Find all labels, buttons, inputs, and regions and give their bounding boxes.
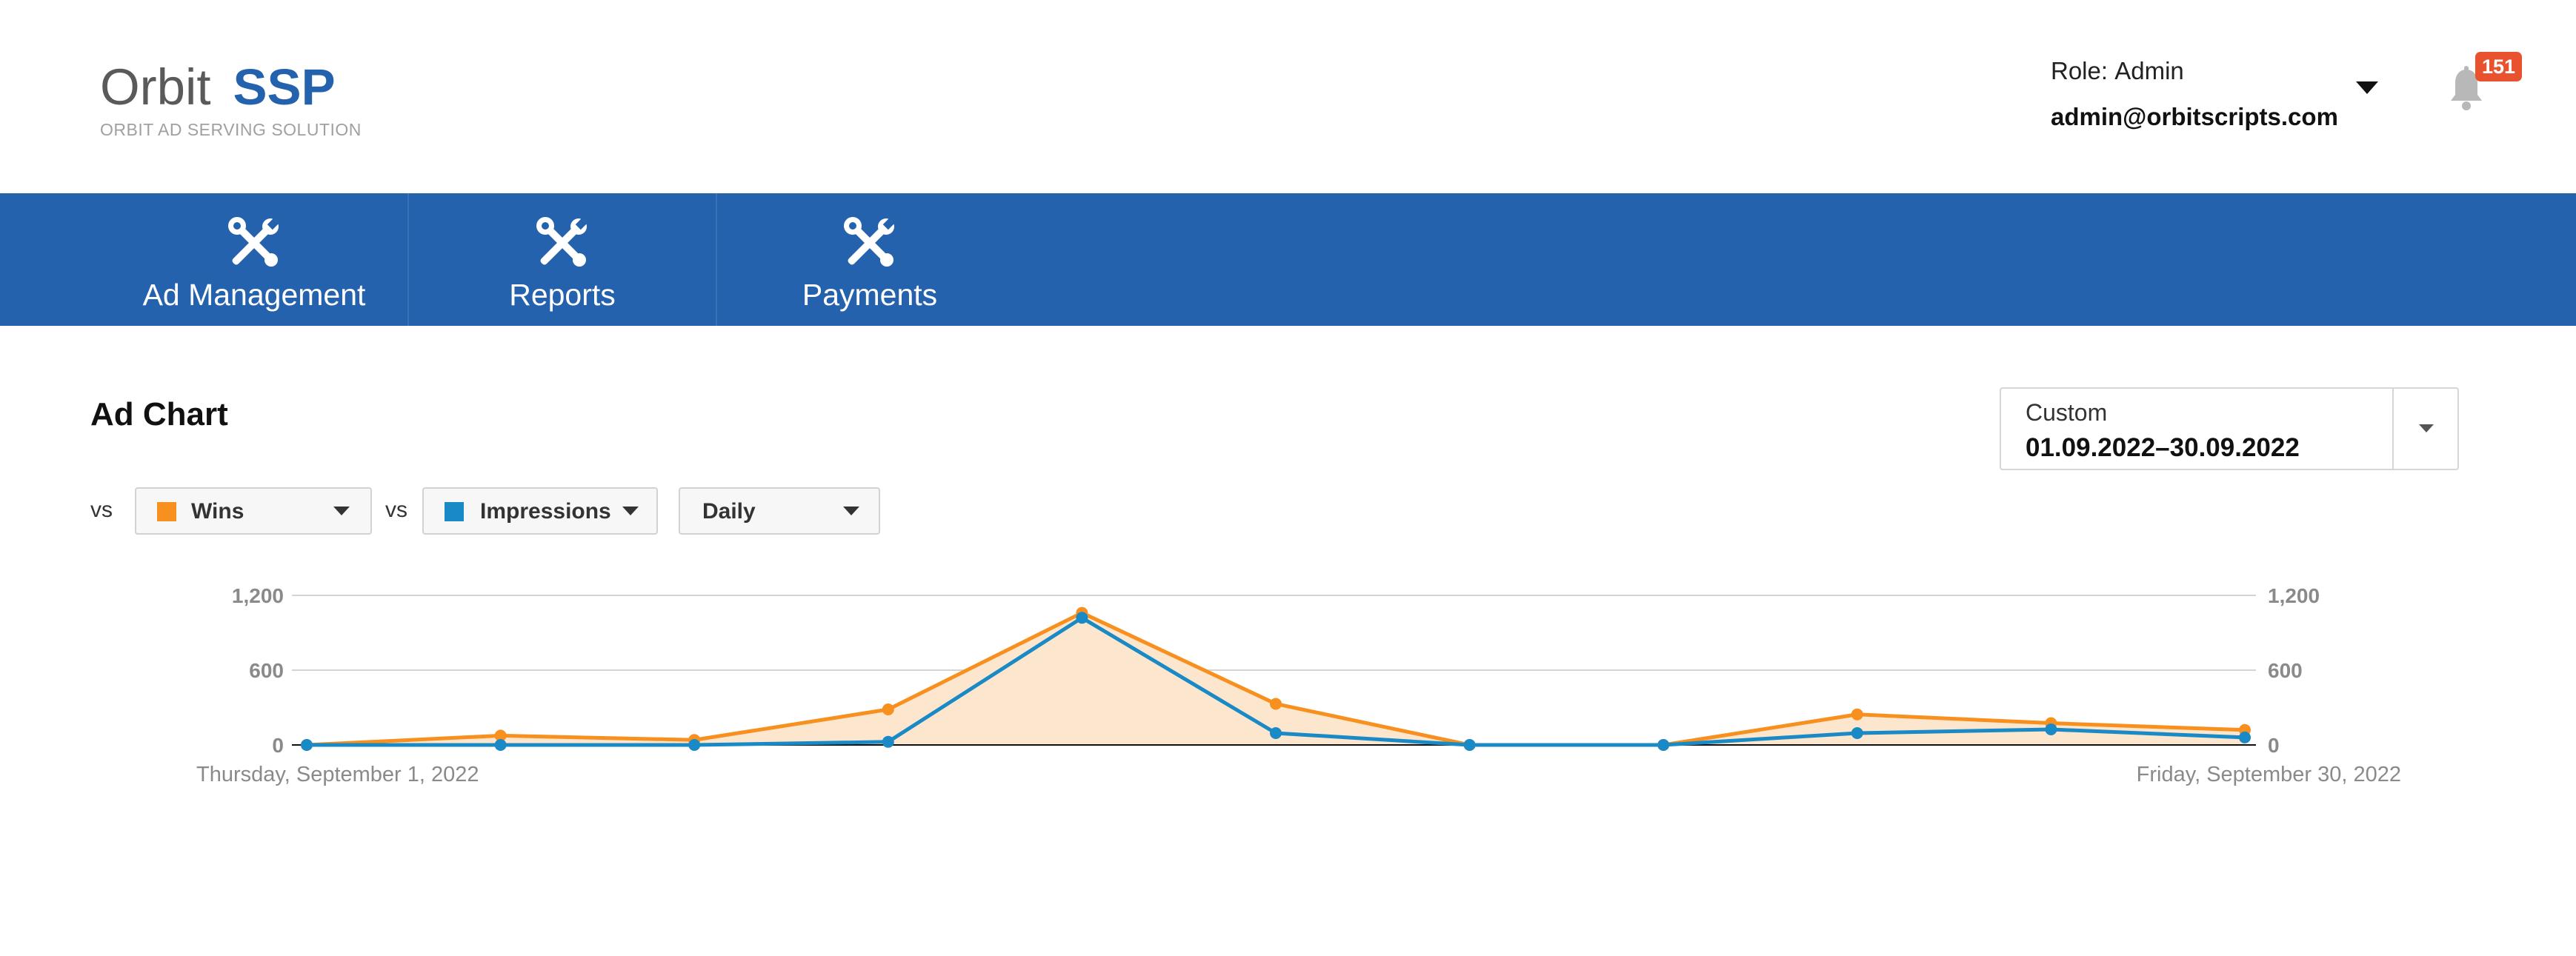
caret-down-icon[interactable] [2356, 81, 2378, 94]
data-point-impressions [1076, 612, 1088, 624]
data-point-wins [1270, 698, 1282, 710]
role-value: Admin [2114, 57, 2184, 84]
main-nav: Ad Management Reports Payments [0, 193, 2576, 326]
data-point-impressions [2045, 723, 2057, 735]
tools-icon [536, 217, 588, 267]
logo-word-ssp: SSP [233, 59, 336, 116]
nav-divider [407, 193, 409, 326]
tools-icon [844, 217, 895, 267]
notification-badge[interactable]: 151 [2475, 52, 2523, 81]
metric2-select[interactable]: Impressions [422, 487, 658, 535]
logo-text: Orbit SSP [100, 58, 362, 117]
data-point-impressions [688, 739, 701, 751]
x-start-label: Thursday, September 1, 2022 [196, 763, 479, 786]
wins-color-swatch [157, 502, 176, 521]
logo-word-orbit: Orbit [100, 59, 211, 116]
wins-area [307, 612, 2245, 745]
data-point-wins [1851, 708, 1863, 721]
data-point-wins [882, 703, 894, 716]
impressions-color-swatch [445, 502, 464, 521]
page-title: Ad Chart [90, 396, 228, 432]
data-point-impressions [1851, 727, 1863, 740]
caret-down-icon [622, 507, 639, 515]
nav-item-payments[interactable]: Payments [751, 193, 988, 326]
user-email: admin@orbitscripts.com [2051, 103, 2338, 130]
user-role: Role: Admin [2051, 53, 2338, 89]
select-divider [2392, 389, 2394, 469]
y-tick-label-left: 1,200 [232, 584, 284, 607]
logo-tagline: ORBIT AD SERVING SOLUTION [100, 120, 362, 139]
data-point-impressions [1463, 739, 1476, 751]
metric2-label: Impressions [480, 499, 611, 524]
nav-item-ad-management[interactable]: Ad Management [133, 193, 375, 326]
data-point-impressions [882, 735, 894, 748]
y-tick-label-left: 600 [249, 659, 284, 682]
user-menu[interactable]: Role: Admin admin@orbitscripts.com [2051, 53, 2338, 135]
granularity-label: Daily [702, 499, 756, 524]
date-range-preset: Custom [2026, 399, 2108, 426]
ad-chart: 0 600 1,200 0 600 1,200 Thursday, September 1,… [196, 584, 2401, 786]
vs-label: vs [90, 498, 113, 522]
chevron-down-icon[interactable] [2419, 424, 2434, 432]
app-header: Orbit SSP ORBIT AD SERVING SOLUTION Role:… [0, 0, 2576, 193]
data-point-impressions [301, 739, 313, 751]
data-point-impressions [1657, 739, 1670, 751]
vs-label: vs [385, 498, 407, 522]
x-end-label: Friday, September 30, 2022 [2137, 763, 2401, 786]
logo[interactable]: Orbit SSP ORBIT AD SERVING SOLUTION [100, 58, 362, 140]
data-point-impressions [2239, 731, 2251, 743]
caret-down-icon [333, 507, 350, 515]
nav-item-reports[interactable]: Reports [444, 193, 681, 326]
y-tick-label-right: 600 [2268, 659, 2303, 682]
caret-down-icon [843, 507, 859, 515]
metric1-label: Wins [191, 499, 244, 524]
tools-icon [228, 217, 279, 267]
data-point-impressions [494, 739, 507, 751]
role-label: Role: [2051, 57, 2109, 84]
nav-label-ad-management: Ad Management [142, 278, 366, 312]
date-range-select[interactable]: Custom 01.09.2022–30.09.2022 [2000, 387, 2459, 470]
date-range-value: 01.09.2022–30.09.2022 [2026, 433, 2300, 462]
data-point-impressions [1270, 727, 1282, 740]
metric1-select[interactable]: Wins [135, 487, 372, 535]
y-tick-label-left: 0 [272, 734, 284, 757]
nav-label-payments: Payments [802, 278, 938, 312]
y-tick-label-right: 1,200 [2268, 584, 2320, 607]
y-tick-label-right: 0 [2268, 734, 2280, 757]
nav-label-reports: Reports [509, 278, 616, 312]
granularity-select[interactable]: Daily [679, 487, 880, 535]
nav-divider [716, 193, 717, 326]
